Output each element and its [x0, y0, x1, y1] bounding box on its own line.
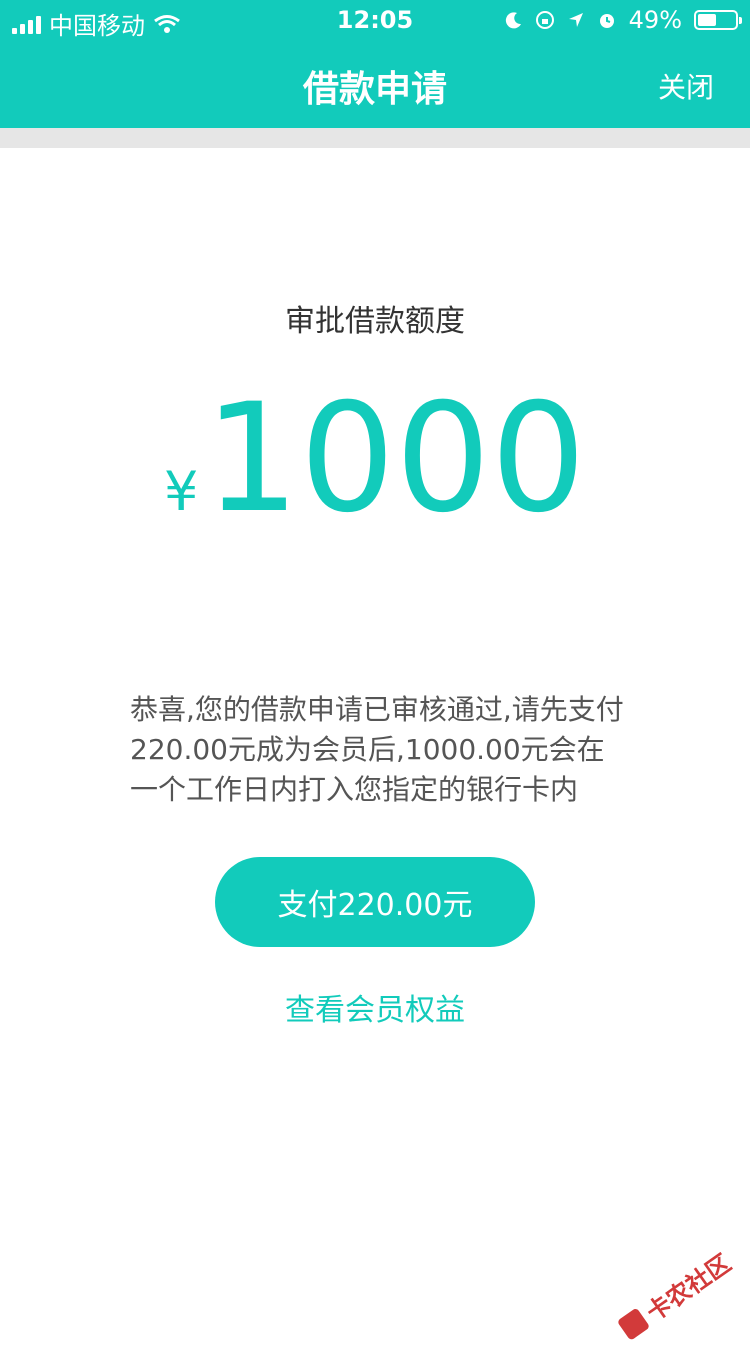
pay-button[interactable]: 支付220.00元 [215, 857, 535, 947]
status-right: 49% [505, 6, 742, 34]
amount-value: 1000 [204, 372, 587, 546]
location-icon [568, 13, 583, 27]
member-benefits-link[interactable]: 查看会员权益 [0, 985, 750, 1029]
nav-header: 中国移动 12:05 49% 借款申请 关闭 [0, 0, 750, 128]
watermark-text: 卡农社区 [641, 1248, 737, 1327]
battery-percent: 49% [628, 6, 682, 34]
battery-icon [694, 10, 742, 30]
status-bar: 中国移动 12:05 49% [0, 0, 750, 40]
moon-icon [505, 12, 521, 29]
page-title: 借款申请 [302, 69, 447, 110]
amount-label: 审批借款额度 [285, 304, 465, 339]
alarm-icon [599, 14, 614, 28]
watermark: 卡农社区 [613, 1244, 736, 1345]
header-divider [0, 128, 750, 148]
lock-rotation-icon [535, 11, 554, 29]
watermark-logo-icon [616, 1307, 650, 1341]
amount-display: ¥1000 [0, 384, 750, 534]
approval-message: 恭喜,您的借款申请已审核通过,请先支付220.00元成为会员后,1000.00元… [130, 693, 624, 806]
currency-symbol: ¥ [163, 460, 199, 523]
close-button[interactable]: 关闭 [658, 66, 714, 106]
